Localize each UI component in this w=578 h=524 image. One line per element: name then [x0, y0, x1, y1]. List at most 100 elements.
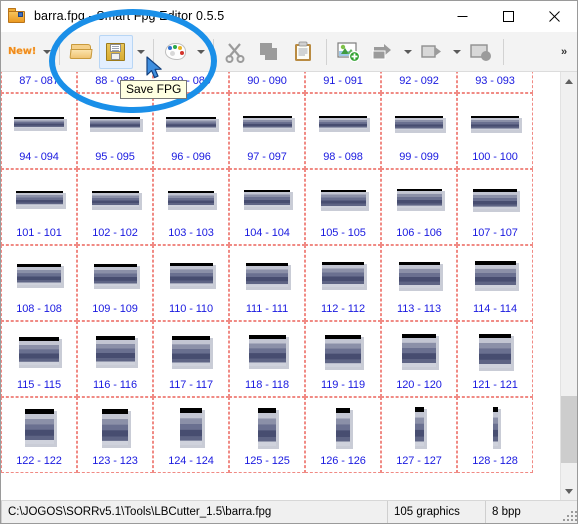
graphic-cell[interactable]: 124 - 124 [153, 397, 229, 473]
graphics-grid-row: 94 - 094 95 - 095 96 - 096 97 - 097 98 - 098… [1, 93, 560, 169]
graphic-cell[interactable]: 90 - 090 [229, 72, 305, 93]
new-fpg-button[interactable]: New! [5, 35, 39, 69]
graphic-cell-label: 90 - 090 [247, 75, 287, 87]
replace-graphic-button[interactable] [415, 35, 449, 69]
graphics-grid-viewport[interactable]: 87 - 087 88 - 088 89 - 089 90 - 090 91 - 091… [1, 72, 560, 500]
graphic-cell[interactable]: 108 - 108 [1, 245, 77, 321]
toolbar-separator [59, 38, 61, 65]
save-fpg-tooltip: Save FPG [120, 80, 188, 99]
graphic-cell[interactable]: 102 - 102 [77, 169, 153, 245]
graphic-cell-label: 115 - 115 [17, 379, 61, 391]
open-folder-icon [69, 41, 94, 63]
graphic-cell[interactable]: 117 - 117 [153, 321, 229, 397]
graphic-thumbnail [458, 246, 532, 303]
graphic-cell[interactable]: 111 - 111 [229, 245, 305, 321]
graphics-grid-row: 101 - 101 102 - 102 103 - 103 104 - 104 105 … [1, 169, 560, 245]
graphic-cell-label: 113 - 113 [397, 303, 441, 315]
palette-dropdown[interactable] [193, 35, 208, 69]
graphic-cell[interactable]: 95 - 095 [77, 93, 153, 169]
graphic-cell[interactable]: 112 - 112 [305, 245, 381, 321]
graphic-cell-label: 95 - 095 [95, 151, 135, 163]
graphic-cell[interactable]: 122 - 122 [1, 397, 77, 473]
graphic-thumbnail [2, 246, 76, 303]
palette-button[interactable] [159, 35, 193, 69]
graphic-cell[interactable]: 120 - 120 [381, 321, 457, 397]
graphic-cell[interactable]: 121 - 121 [457, 321, 533, 397]
graphic-cell[interactable]: 91 - 091 [305, 72, 381, 93]
graphic-cell[interactable]: 127 - 127 [381, 397, 457, 473]
graphic-cell[interactable]: 107 - 107 [457, 169, 533, 245]
graphic-cell[interactable]: 123 - 123 [77, 397, 153, 473]
graphic-cell[interactable]: 126 - 126 [305, 397, 381, 473]
minimize-button[interactable] [439, 1, 485, 32]
scroll-up-arrow[interactable] [560, 72, 577, 90]
extract-graphic-dropdown[interactable] [400, 35, 415, 69]
graphic-cell-label: 111 - 111 [245, 303, 289, 315]
graphic-cell[interactable]: 92 - 092 [381, 72, 457, 93]
image-delete-icon [469, 41, 493, 63]
scroll-thumb[interactable] [560, 396, 577, 463]
graphic-cell[interactable]: 118 - 118 [229, 321, 305, 397]
graphic-thumbnail [306, 398, 380, 455]
graphic-cell[interactable]: 105 - 105 [305, 169, 381, 245]
extract-graphic-button[interactable] [366, 35, 400, 69]
toolbar-separator [213, 38, 215, 65]
graphic-cell-label: 101 - 101 [16, 227, 62, 239]
graphic-thumbnail [382, 322, 456, 379]
graphic-thumbnail [306, 94, 380, 151]
graphic-cell[interactable]: 115 - 115 [1, 321, 77, 397]
resize-grip[interactable] [561, 501, 577, 523]
graphic-cell[interactable]: 125 - 125 [229, 397, 305, 473]
vertical-scrollbar[interactable] [560, 72, 577, 500]
graphic-cell[interactable]: 119 - 119 [305, 321, 381, 397]
graphic-cell-label: 99 - 099 [399, 151, 439, 163]
close-button[interactable] [531, 1, 577, 32]
graphic-cell-label: 124 - 124 [168, 455, 214, 467]
save-fpg-button[interactable] [99, 34, 134, 69]
open-fpg-button[interactable] [65, 35, 99, 69]
graphic-thumbnail [230, 246, 304, 303]
graphic-cell-label: 128 - 128 [472, 455, 518, 467]
copy-icon [258, 41, 282, 63]
add-image-icon [337, 41, 361, 63]
graphic-cell[interactable]: 96 - 096 [153, 93, 229, 169]
graphic-cell[interactable]: 110 - 110 [153, 245, 229, 321]
chevron-down-icon [565, 488, 573, 494]
graphic-cell[interactable]: 99 - 099 [381, 93, 457, 169]
graphic-cell-label: 106 - 106 [396, 227, 442, 239]
graphic-cell[interactable]: 98 - 098 [305, 93, 381, 169]
maximize-button[interactable] [485, 1, 531, 32]
save-fpg-dropdown[interactable] [133, 35, 148, 69]
graphic-cell[interactable]: 97 - 097 [229, 93, 305, 169]
graphic-cell[interactable]: 104 - 104 [229, 169, 305, 245]
graphic-cell-label: 120 - 120 [396, 379, 442, 391]
graphic-cell[interactable]: 101 - 101 [1, 169, 77, 245]
paste-button[interactable] [287, 35, 321, 69]
floppy-save-icon [104, 41, 128, 63]
scroll-down-arrow[interactable] [560, 482, 577, 500]
graphics-grid-row: 122 - 122 123 - 123 124 - 124 125 - 125 126 … [1, 397, 560, 473]
graphic-cell[interactable]: 87 - 087 [1, 72, 77, 93]
add-graphic-button[interactable] [332, 35, 366, 69]
graphic-cell[interactable]: 116 - 116 [77, 321, 153, 397]
graphic-cell[interactable]: 128 - 128 [457, 397, 533, 473]
graphic-cell[interactable]: 93 - 093 [457, 72, 533, 93]
graphic-thumbnail [2, 94, 76, 151]
graphic-cell[interactable]: 109 - 109 [77, 245, 153, 321]
scroll-track[interactable] [560, 90, 577, 482]
graphic-cell[interactable]: 113 - 113 [381, 245, 457, 321]
graphic-cell[interactable]: 106 - 106 [381, 169, 457, 245]
graphic-cell-label: 94 - 094 [19, 151, 59, 163]
copy-button[interactable] [253, 35, 287, 69]
status-bit-depth: 8 bpp [492, 506, 521, 518]
graphic-cell[interactable]: 114 - 114 [457, 245, 533, 321]
graphic-cell[interactable]: 103 - 103 [153, 169, 229, 245]
replace-graphic-dropdown[interactable] [449, 35, 464, 69]
new-fpg-dropdown[interactable] [39, 35, 54, 69]
delete-graphic-button[interactable] [464, 35, 498, 69]
toolbar-overflow-button[interactable]: » [555, 32, 573, 72]
graphic-cell[interactable]: 94 - 094 [1, 93, 77, 169]
graphic-cell[interactable]: 100 - 100 [457, 93, 533, 169]
graphic-cell-label: 98 - 098 [323, 151, 363, 163]
cut-button[interactable] [219, 35, 253, 69]
